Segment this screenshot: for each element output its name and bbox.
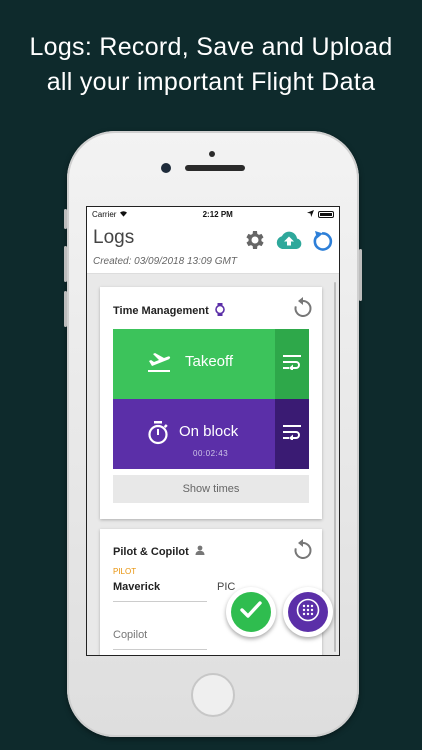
checkmark-icon (239, 600, 263, 625)
battery-icon (318, 210, 334, 218)
keypad-fab[interactable] (283, 587, 333, 637)
onblock-label: On block (179, 423, 239, 440)
pilot-name-field[interactable]: Maverick (113, 581, 207, 602)
mute-switch (64, 209, 67, 229)
confirm-fab[interactable] (226, 587, 276, 637)
wrap-text-icon (282, 354, 302, 375)
pilot-copilot-card: Pilot & Copilot PILOT Maverick PIC Copil… (100, 529, 322, 655)
reset-time-icon[interactable] (292, 297, 314, 324)
headline-line-2: all your important Flight Data (46, 68, 376, 96)
takeoff-button[interactable]: Takeoff (113, 329, 309, 399)
status-time: 2:12 PM (202, 209, 233, 219)
cloud-upload-icon[interactable] (275, 229, 303, 256)
phone-frame: Carrier 2:12 PM Logs Created: 03/09/2018… (64, 131, 362, 737)
location-arrow-icon (307, 209, 314, 219)
takeoff-label: Takeoff (185, 353, 234, 370)
scrollbar[interactable] (334, 282, 336, 652)
front-camera (161, 163, 171, 173)
stopwatch-icon (147, 421, 169, 450)
person-icon (195, 545, 205, 558)
time-management-title: Time Management (113, 305, 209, 317)
wrap-text-icon (282, 424, 302, 445)
copilot-field[interactable]: Copilot (113, 629, 207, 650)
phone-screen: Carrier 2:12 PM Logs Created: 03/09/2018… (86, 206, 340, 656)
airplane-takeoff-icon (147, 351, 171, 378)
refresh-icon[interactable] (311, 228, 333, 257)
promo-headline: Logs: Record, Save and Upload all your i… (0, 30, 422, 100)
pilot-role-field[interactable]: PIC (217, 581, 235, 593)
earpiece-speaker (185, 165, 245, 171)
onblock-button[interactable]: On block 00:02:43 (113, 399, 309, 469)
carrier-label: Carrier (92, 209, 117, 219)
onblock-edit-button[interactable] (275, 399, 309, 469)
volume-up-button (64, 246, 67, 282)
onblock-elapsed-time: 00:02:43 (193, 449, 229, 458)
created-timestamp: Created: 03/09/2018 13:09 GMT (93, 256, 237, 267)
show-times-button[interactable]: Show times (113, 475, 309, 503)
takeoff-edit-button[interactable] (275, 329, 309, 399)
time-management-card: Time Management Takeoff On block 00:02:4… (100, 287, 322, 519)
dot-grid-icon (296, 598, 320, 627)
home-button[interactable] (191, 673, 235, 717)
pilot-field-label: PILOT (113, 567, 137, 576)
headline-line-1: Logs: Record, Save and Upload (29, 33, 393, 61)
page-title: Logs (93, 227, 135, 248)
pilot-copilot-title: Pilot & Copilot (113, 545, 189, 558)
proximity-sensor (209, 151, 215, 157)
gear-icon[interactable] (243, 228, 267, 257)
power-button (359, 249, 362, 301)
volume-down-button (64, 291, 67, 327)
reset-crew-icon[interactable] (292, 539, 314, 566)
status-bar: Carrier 2:12 PM (87, 207, 339, 221)
app-bar: Logs Created: 03/09/2018 13:09 GMT (87, 221, 339, 274)
watch-icon (214, 303, 225, 319)
wifi-icon (119, 210, 128, 219)
